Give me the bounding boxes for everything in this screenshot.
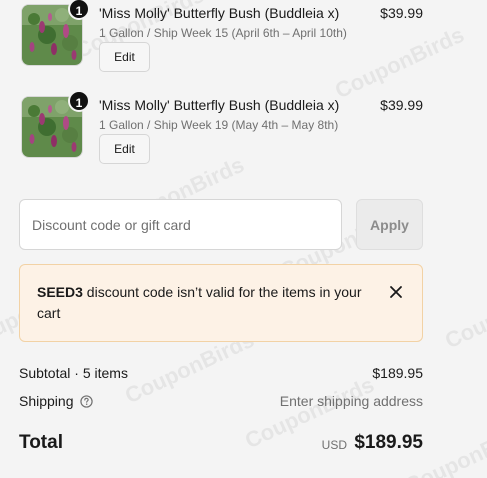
help-icon[interactable] [80,395,94,408]
apply-discount-button[interactable]: Apply [356,199,423,250]
quantity-badge: 1 [68,90,90,112]
close-icon[interactable] [388,284,404,300]
product-price: $39.99 [380,97,423,113]
shipping-value: Enter shipping address [279,393,423,409]
shipping-label: Shipping [19,393,74,409]
product-variant: 1 Gallon / Ship Week 19 (May 4th – May 8… [99,118,339,132]
discount-error-alert: SEED3 discount code isn’t valid for the … [19,264,423,342]
total-label: Total [19,432,63,453]
watermark: CouponBirds [441,271,487,354]
edit-button[interactable]: Edit [99,134,150,164]
product-variant: 1 Gallon / Ship Week 15 (April 6th – Apr… [99,26,347,40]
product-title: 'Miss Molly' Butterfly Bush (Buddleia x) [99,5,340,21]
subtotal-label: Subtotal · 5 items [19,365,128,381]
subtotal-value: $189.95 [372,365,423,381]
shipping-label-group: Shipping [19,393,94,409]
discount-code-input[interactable] [19,199,342,250]
edit-button[interactable]: Edit [99,42,150,72]
cart-line-item: 1 'Miss Molly' Butterfly Bush (Buddleia … [19,0,423,80]
product-price: $39.99 [380,5,423,21]
cart-line-item: 1 'Miss Molly' Butterfly Bush (Buddleia … [19,90,423,172]
alert-message: discount code isn’t valid for the items … [37,284,362,321]
quantity-badge: 1 [68,0,90,20]
currency-code: USD [321,438,347,452]
product-title: 'Miss Molly' Butterfly Bush (Buddleia x) [99,97,340,113]
discount-code-text: SEED3 [37,284,83,300]
total-value: $189.95 [354,432,423,453]
